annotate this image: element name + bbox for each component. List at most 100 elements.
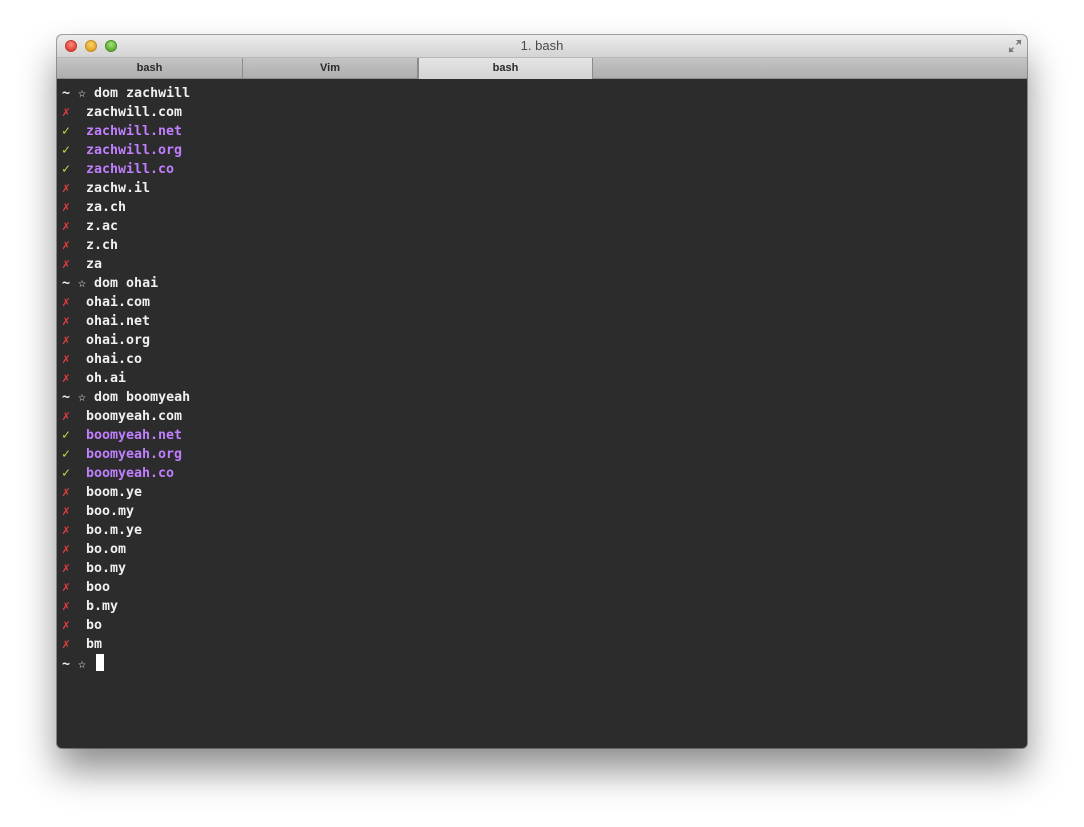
cross-icon: ✗	[62, 333, 71, 348]
domain-name: bo.my	[86, 561, 127, 576]
fullscreen-icon[interactable]	[1008, 39, 1022, 53]
result-line: ✗ bo.m.ye	[62, 521, 1027, 540]
result-line: ✗ boo	[62, 578, 1027, 597]
domain-name: boomyeah.co	[86, 466, 175, 481]
domain-name: b.my	[86, 599, 119, 614]
prompt-tilde: ~	[62, 276, 71, 291]
result-line: ✗ ohai.com	[62, 293, 1027, 312]
check-icon: ✓	[62, 143, 71, 158]
domain-name: bo	[86, 618, 103, 633]
cross-icon: ✗	[62, 523, 71, 538]
cross-icon: ✗	[62, 105, 71, 120]
star-icon: ☆	[78, 657, 87, 672]
check-icon: ✓	[62, 447, 71, 462]
prompt-line: ~ ☆ dom zachwill	[62, 84, 1027, 103]
domain-name: oh.ai	[86, 371, 127, 386]
domain-name: za	[86, 257, 103, 272]
result-line: ✗ bm	[62, 635, 1027, 654]
result-line: ✗ boomyeah.com	[62, 407, 1027, 426]
cross-icon: ✗	[62, 352, 71, 367]
check-icon: ✓	[62, 124, 71, 139]
text-cursor	[96, 654, 105, 671]
result-line: ✗ boo.my	[62, 502, 1027, 521]
prompt-tilde: ~	[62, 390, 71, 405]
result-line: ✗ bo.om	[62, 540, 1027, 559]
result-line: ✗ ohai.org	[62, 331, 1027, 350]
terminal-window: 1. bash bash Vim bash ~ ☆ dom zachwill ✗ zac…	[57, 35, 1027, 748]
cross-icon: ✗	[62, 219, 71, 234]
check-icon: ✓	[62, 428, 71, 443]
domain-name: boomyeah.net	[86, 428, 183, 443]
result-line: ✗ oh.ai	[62, 369, 1027, 388]
domain-name: boomyeah.com	[86, 409, 183, 424]
cross-icon: ✗	[62, 637, 71, 652]
result-line: ✗ z.ac	[62, 217, 1027, 236]
window-title: 1. bash	[520, 38, 564, 53]
domain-name: bm	[86, 637, 103, 652]
result-line: ✗ b.my	[62, 597, 1027, 616]
result-line: ✗ za	[62, 255, 1027, 274]
result-line: ✓ boomyeah.co	[62, 464, 1027, 483]
cross-icon: ✗	[62, 485, 71, 500]
command-text: dom ohai	[94, 276, 159, 291]
domain-name: zachwill.org	[86, 143, 183, 158]
prompt-tilde: ~	[62, 657, 71, 672]
result-line: ✗ za.ch	[62, 198, 1027, 217]
prompt-line: ~ ☆ dom boomyeah	[62, 388, 1027, 407]
cross-icon: ✗	[62, 181, 71, 196]
domain-name: zachwill.com	[86, 105, 183, 120]
domain-name: zachwill.net	[86, 124, 183, 139]
result-line: ✗ z.ch	[62, 236, 1027, 255]
domain-name: ohai.co	[86, 352, 143, 367]
domain-name: z.ac	[86, 219, 119, 234]
tab-vim[interactable]: Vim	[243, 58, 418, 78]
tab-bash-active[interactable]: bash	[418, 58, 593, 79]
cross-icon: ✗	[62, 200, 71, 215]
result-line: ✗ ohai.co	[62, 350, 1027, 369]
cross-icon: ✗	[62, 542, 71, 557]
prompt-tilde: ~	[62, 86, 71, 101]
command-text: dom zachwill	[94, 86, 191, 101]
cross-icon: ✗	[62, 409, 71, 424]
result-line: ✗ zachwill.com	[62, 103, 1027, 122]
tab-bar: bash Vim bash	[57, 58, 1027, 79]
result-line: ✓ boomyeah.org	[62, 445, 1027, 464]
result-line: ✗ bo.my	[62, 559, 1027, 578]
star-icon: ☆	[78, 390, 87, 405]
cross-icon: ✗	[62, 314, 71, 329]
tab-bash-1[interactable]: bash	[57, 58, 243, 78]
cross-icon: ✗	[62, 504, 71, 519]
check-icon: ✓	[62, 466, 71, 481]
domain-name: ohai.com	[86, 295, 151, 310]
terminal-output[interactable]: ~ ☆ dom zachwill ✗ zachwill.com ✓ zachwill.net…	[57, 79, 1027, 748]
result-line: ✗ boom.ye	[62, 483, 1027, 502]
star-icon: ☆	[78, 276, 87, 291]
prompt-line: ~ ☆	[62, 654, 1027, 673]
cross-icon: ✗	[62, 257, 71, 272]
result-line: ✓ zachwill.net	[62, 122, 1027, 141]
result-line: ✗ zachw.il	[62, 179, 1027, 198]
check-icon: ✓	[62, 162, 71, 177]
title-bar[interactable]: 1. bash	[57, 35, 1027, 58]
domain-name: ohai.net	[86, 314, 151, 329]
domain-name: z.ch	[86, 238, 119, 253]
cross-icon: ✗	[62, 599, 71, 614]
domain-name: zachw.il	[86, 181, 151, 196]
result-line: ✗ ohai.net	[62, 312, 1027, 331]
cross-icon: ✗	[62, 238, 71, 253]
prompt-line: ~ ☆ dom ohai	[62, 274, 1027, 293]
domain-name: bo.om	[86, 542, 127, 557]
result-line: ✓ boomyeah.net	[62, 426, 1027, 445]
domain-name: bo.m.ye	[86, 523, 143, 538]
result-line: ✓ zachwill.org	[62, 141, 1027, 160]
domain-name: boo.my	[86, 504, 135, 519]
result-line: ✗ bo	[62, 616, 1027, 635]
domain-name: boomyeah.org	[86, 447, 183, 462]
domain-name: ohai.org	[86, 333, 151, 348]
domain-name: za.ch	[86, 200, 127, 215]
cross-icon: ✗	[62, 618, 71, 633]
domain-name: boo	[86, 580, 111, 595]
cross-icon: ✗	[62, 561, 71, 576]
domain-name: zachwill.co	[86, 162, 175, 177]
command-text: dom boomyeah	[94, 390, 191, 405]
